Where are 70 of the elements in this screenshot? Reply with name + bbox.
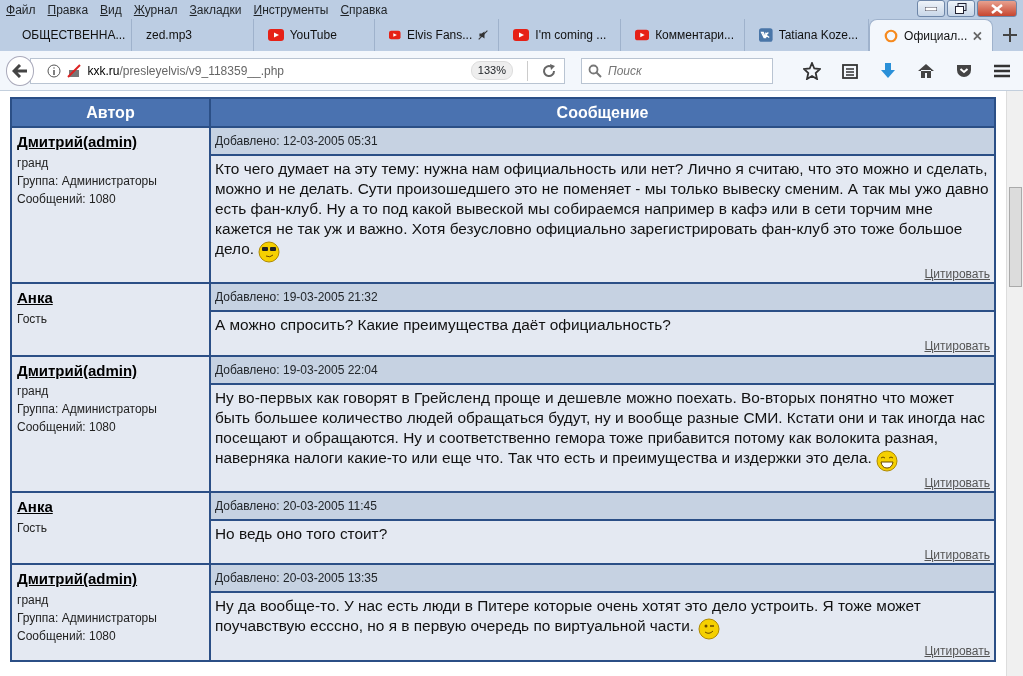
- back-button[interactable]: [6, 55, 35, 86]
- loading-ring-icon: [884, 27, 899, 44]
- author-link[interactable]: Анка: [17, 287, 53, 310]
- zoom-level[interactable]: 133%: [470, 61, 513, 80]
- message-text: А можно спросить? Какие преимущества даёт официальность?: [215, 316, 671, 334]
- author-info: Гость: [17, 310, 49, 328]
- quote-link[interactable]: Цитировать: [924, 548, 990, 563]
- address-bar[interactable]: kxk.ru/presleyelvis/v9_118359__.php 133%: [30, 57, 565, 84]
- post-date: Добавлено: 20-03-2005 13:35: [210, 564, 995, 593]
- reload-icon[interactable]: [542, 64, 556, 79]
- author-info: гранд: [17, 383, 50, 401]
- message-text: Но ведь оно того стоит?: [215, 525, 388, 543]
- author-link[interactable]: Дмитрий(admin): [17, 359, 138, 383]
- author-info: Группа: Администраторы: [17, 401, 158, 419]
- quote-link[interactable]: Цитировать: [924, 339, 990, 354]
- video-icon: [635, 29, 650, 41]
- search-field[interactable]: Поиск: [581, 57, 773, 84]
- author-link[interactable]: Анка: [17, 496, 53, 519]
- message-text: Ну да вообще-то. У нас есть люди в Питере которые очень хотят это дело устроить. Я тоже может поучавствую есссно, но я в первую очередь по виртуальной части.: [215, 597, 921, 635]
- column-header: Автор: [11, 98, 210, 127]
- menu-item[interactable]: Справка: [340, 1, 388, 18]
- plus-icon: [1003, 28, 1017, 42]
- post-date: Добавлено: 19-03-2005 22:04: [210, 355, 995, 384]
- post-date: Добавлено: 19-03-2005 21:32: [210, 283, 995, 312]
- info-icon: [47, 63, 62, 78]
- bookmark-star-icon: [803, 61, 821, 80]
- quote-link[interactable]: Цитировать: [924, 475, 990, 490]
- menu-item[interactable]: Файл: [6, 1, 36, 18]
- author-info: Гость: [17, 519, 49, 537]
- author-info: Группа: Администраторы: [17, 172, 158, 190]
- post-date: Добавлено: 20-03-2005 11:45: [210, 492, 995, 521]
- browser-tab[interactable]: Официал...: [869, 19, 993, 51]
- social-icon: [759, 27, 773, 43]
- author-info: Сообщений: 1080: [17, 419, 117, 437]
- video-icon: [267, 29, 284, 41]
- minimize-button[interactable]: [917, 0, 945, 17]
- menu-item[interactable]: Вид: [100, 1, 122, 18]
- restore-button[interactable]: [947, 0, 975, 17]
- menu-item[interactable]: Закладки: [189, 1, 242, 18]
- menu-item[interactable]: Журнал: [133, 1, 178, 18]
- restore-icon: [955, 3, 967, 14]
- author-info: Сообщений: 1080: [17, 627, 117, 645]
- home-icon: [917, 61, 935, 80]
- author-info: гранд: [17, 591, 50, 609]
- post-date: Добавлено: 12-03-2005 05:31: [210, 127, 995, 155]
- quote-link[interactable]: Цитировать: [924, 266, 990, 281]
- back-arrow-icon: [12, 63, 29, 78]
- message-text: Кто чего думает на эту тему: нужна нам официальность или нет? Лично я считаю, что это можно и сделать, можно и не делать. Сути произошедшего это не поменяет - мы только вывеску сменим. А так мы ужо давно есть фан-клуб. Ну а то под какой вывеской мы собираемся например в кафэ или в сети торчим мне кажется не так уж и важно. Хотя безусловно официально зарегистрировать фан-клуб это тоже большое дело.: [215, 160, 989, 257]
- menu-item[interactable]: Правка: [47, 1, 89, 18]
- download-arrow-icon: [879, 61, 897, 80]
- quote-link[interactable]: Цитировать: [924, 644, 990, 659]
- author-info: Сообщений: 1080: [17, 190, 117, 208]
- author-link[interactable]: Дмитрий(admin): [17, 568, 138, 591]
- author-info: Группа: Администраторы: [17, 609, 158, 627]
- reading-list-icon: [841, 61, 859, 80]
- insecure-lock-icon: [67, 63, 82, 78]
- url-text: kxk.ru/presleyelvis/v9_118359__.php: [87, 62, 284, 80]
- message-text: Ну во-первых как говорят в Грейсленд проще и дешевле можно поехать. Во-вторых понятно что может быть большее количество людей обращаться будут, ну и вообще разные СМИ. Кстати они и так иногда нас посещают и обращаются. Ну и соответственно гемора тоже прибавится потому как волокита разная, наверняка налоги какие-то или еще что. Так что есть и преимущества и издержки это дела.: [215, 388, 985, 466]
- author-info: гранд: [17, 154, 50, 172]
- video-icon: [389, 29, 401, 41]
- column-header: Сообщение: [210, 98, 995, 127]
- menu-item[interactable]: Инструменты: [253, 1, 329, 18]
- tab-close-icon[interactable]: [973, 30, 982, 41]
- scrollbar[interactable]: [1006, 91, 1023, 676]
- author-link[interactable]: Дмитрий(admin): [17, 131, 138, 154]
- minimize-icon: [925, 6, 937, 11]
- video-icon: [513, 29, 530, 41]
- close-icon: [991, 3, 1003, 14]
- close-button[interactable]: [977, 0, 1017, 17]
- scroll-thumb[interactable]: [1009, 187, 1022, 287]
